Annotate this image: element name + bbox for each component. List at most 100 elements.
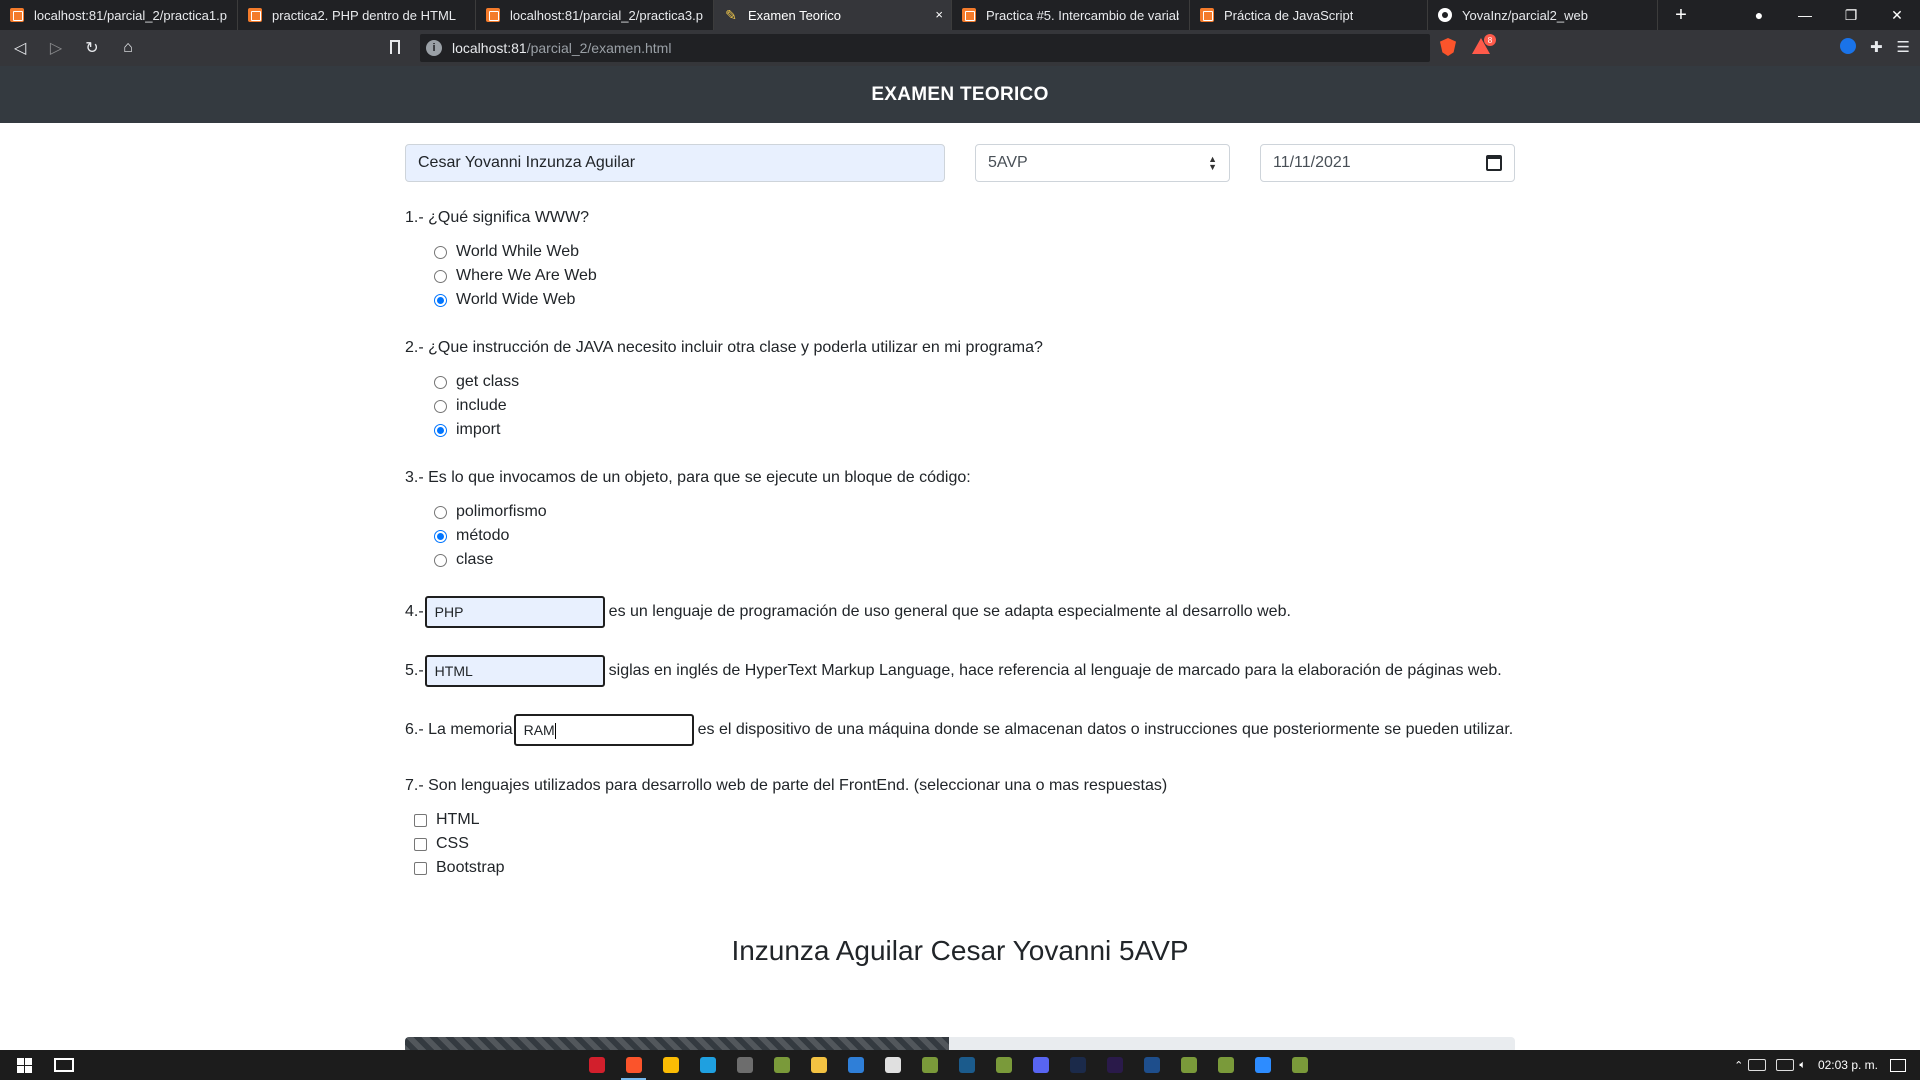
name-input[interactable]: Cesar Yovanni Inzunza Aguilar <box>405 144 945 182</box>
browser-tab[interactable]: practica2. PHP dentro de HTML <box>238 0 476 30</box>
volume-icon[interactable]: 🔈︎ <box>1799 1059 1806 1072</box>
option-label: import <box>456 421 501 438</box>
app-icon <box>1180 1057 1197 1073</box>
browser-tab[interactable]: Práctica de JavaScript <box>1190 0 1428 30</box>
html5-icon <box>10 8 24 22</box>
radio-option[interactable]: import <box>434 418 1515 442</box>
answer-input-focused[interactable]: RAM <box>513 714 694 746</box>
home-icon[interactable]: ⌂ <box>112 32 144 64</box>
taskbar-app[interactable] <box>763 1050 800 1080</box>
new-tab-button[interactable]: + <box>1658 0 1704 30</box>
taskbar-app[interactable] <box>726 1050 763 1080</box>
address-bar[interactable]: i localhost:81/parcial_2/examen.html <box>420 34 1430 62</box>
radio-button[interactable] <box>434 399 447 413</box>
radio-button[interactable] <box>434 375 447 389</box>
option-label: HTML <box>436 811 480 828</box>
bookmark-icon[interactable] <box>390 40 400 54</box>
menu-icon[interactable]: ☰ <box>1897 38 1910 56</box>
app-icon <box>1217 1057 1234 1073</box>
taskbar-app[interactable] <box>911 1050 948 1080</box>
radio-button-selected[interactable] <box>434 529 447 543</box>
profile-icon[interactable]: ● <box>1736 7 1782 23</box>
taskbar-app[interactable] <box>1207 1050 1244 1080</box>
radio-button[interactable] <box>434 505 447 519</box>
brave-shields-icon[interactable] <box>1440 38 1456 56</box>
close-tab-icon[interactable]: × <box>935 7 943 22</box>
browser-tab[interactable]: Practica #5. Intercambio de variable P <box>952 0 1190 30</box>
answer-input[interactable]: HTML <box>424 655 605 687</box>
group-select[interactable]: 5AVP ▲ ▼ <box>975 144 1230 182</box>
radio-option[interactable]: polimorfismo <box>434 500 1515 524</box>
extension-icon[interactable] <box>1839 38 1856 54</box>
radio-button[interactable] <box>434 245 447 259</box>
tray-chevron-icon[interactable]: ⌃ <box>1734 1059 1743 1072</box>
checkbox[interactable] <box>414 837 427 851</box>
checkbox-option[interactable]: HTML <box>414 808 1515 832</box>
navbar-brand[interactable]: EXAMEN TEORICO <box>871 84 1048 106</box>
task-view-icon[interactable] <box>54 1058 74 1072</box>
puzzle-icon[interactable]: ✚ <box>1870 38 1883 56</box>
taskbar-app[interactable] <box>1133 1050 1170 1080</box>
checkbox[interactable] <box>414 861 427 875</box>
taskbar-app[interactable] <box>689 1050 726 1080</box>
taskbar-app[interactable] <box>1244 1050 1281 1080</box>
question-suffix: es un lenguaje de programación de uso ge… <box>608 603 1291 620</box>
taskbar-app[interactable] <box>1059 1050 1096 1080</box>
reload-icon[interactable]: ↻ <box>76 32 108 64</box>
question-7: 7.- Son lenguajes utilizados para desarr… <box>405 776 1515 880</box>
back-icon[interactable]: ◁ <box>4 32 36 64</box>
taskbar-app[interactable] <box>800 1050 837 1080</box>
taskbar-app[interactable] <box>652 1050 689 1080</box>
app-icon <box>995 1057 1012 1073</box>
taskbar-app[interactable] <box>1096 1050 1133 1080</box>
checkbox-option[interactable]: Bootstrap <box>414 856 1515 880</box>
taskbar-app[interactable] <box>578 1050 615 1080</box>
checkbox-option[interactable]: CSS <box>414 832 1515 856</box>
radio-option[interactable]: get class <box>434 370 1515 394</box>
url-path: /parcial_2/examen.html <box>526 40 672 56</box>
tab-title: Examen Teorico <box>748 7 841 23</box>
radio-option[interactable]: método <box>434 524 1515 548</box>
browser-tab[interactable]: localhost:81/parcial_2/practica3.php?n <box>476 0 714 30</box>
window-controls: ● — ❐ ✕ <box>1736 0 1920 30</box>
browser-tab[interactable]: localhost:81/parcial_2/practica1.php <box>0 0 238 30</box>
browser-tab[interactable]: YovaInz/parcial2_web <box>1428 0 1658 30</box>
battery-icon[interactable] <box>1748 1059 1767 1071</box>
radio-button-selected[interactable] <box>434 293 447 307</box>
taskbar-app[interactable] <box>1281 1050 1318 1080</box>
question-6: 6.- La memoria RAM es el dispositivo de … <box>405 714 1515 746</box>
browser-tab-active[interactable]: ✎ Examen Teorico × <box>714 0 952 30</box>
radio-option[interactable]: World While Web <box>434 240 1515 264</box>
forward-icon[interactable]: ▷ <box>40 32 72 64</box>
radio-option[interactable]: Where We Are Web <box>434 264 1515 288</box>
html5-icon <box>1200 8 1214 22</box>
radio-option[interactable]: include <box>434 394 1515 418</box>
taskbar-app[interactable] <box>837 1050 874 1080</box>
minimize-icon[interactable]: — <box>1782 7 1828 23</box>
radio-button[interactable] <box>434 553 447 567</box>
network-icon[interactable] <box>1776 1059 1795 1071</box>
taskbar-app[interactable] <box>948 1050 985 1080</box>
taskbar-app[interactable] <box>1170 1050 1207 1080</box>
site-info-icon[interactable]: i <box>426 40 442 56</box>
taskbar-app[interactable] <box>985 1050 1022 1080</box>
calendar-icon[interactable] <box>1486 155 1502 171</box>
radio-button-selected[interactable] <box>434 423 447 437</box>
taskbar-app[interactable] <box>874 1050 911 1080</box>
radio-option[interactable]: clase <box>434 548 1515 572</box>
restore-icon[interactable]: ❐ <box>1828 7 1874 24</box>
checkbox[interactable] <box>414 813 427 827</box>
radio-option[interactable]: World Wide Web <box>434 288 1515 312</box>
window-close-icon[interactable]: ✕ <box>1874 7 1920 24</box>
answer-options: get class include import <box>434 370 1515 442</box>
answer-input[interactable]: PHP <box>424 596 605 628</box>
radio-button[interactable] <box>434 269 447 283</box>
store-icon <box>884 1057 901 1073</box>
date-input[interactable]: 11/11/2021 <box>1260 144 1515 182</box>
windows-start-icon[interactable] <box>0 1050 48 1080</box>
taskbar-app[interactable] <box>615 1050 652 1080</box>
taskbar-app[interactable] <box>1022 1050 1059 1080</box>
notifications-icon[interactable] <box>1890 1058 1906 1072</box>
date-value: 11/11/2021 <box>1273 154 1351 171</box>
clock[interactable]: 02:03 p. m. <box>1818 1058 1878 1072</box>
